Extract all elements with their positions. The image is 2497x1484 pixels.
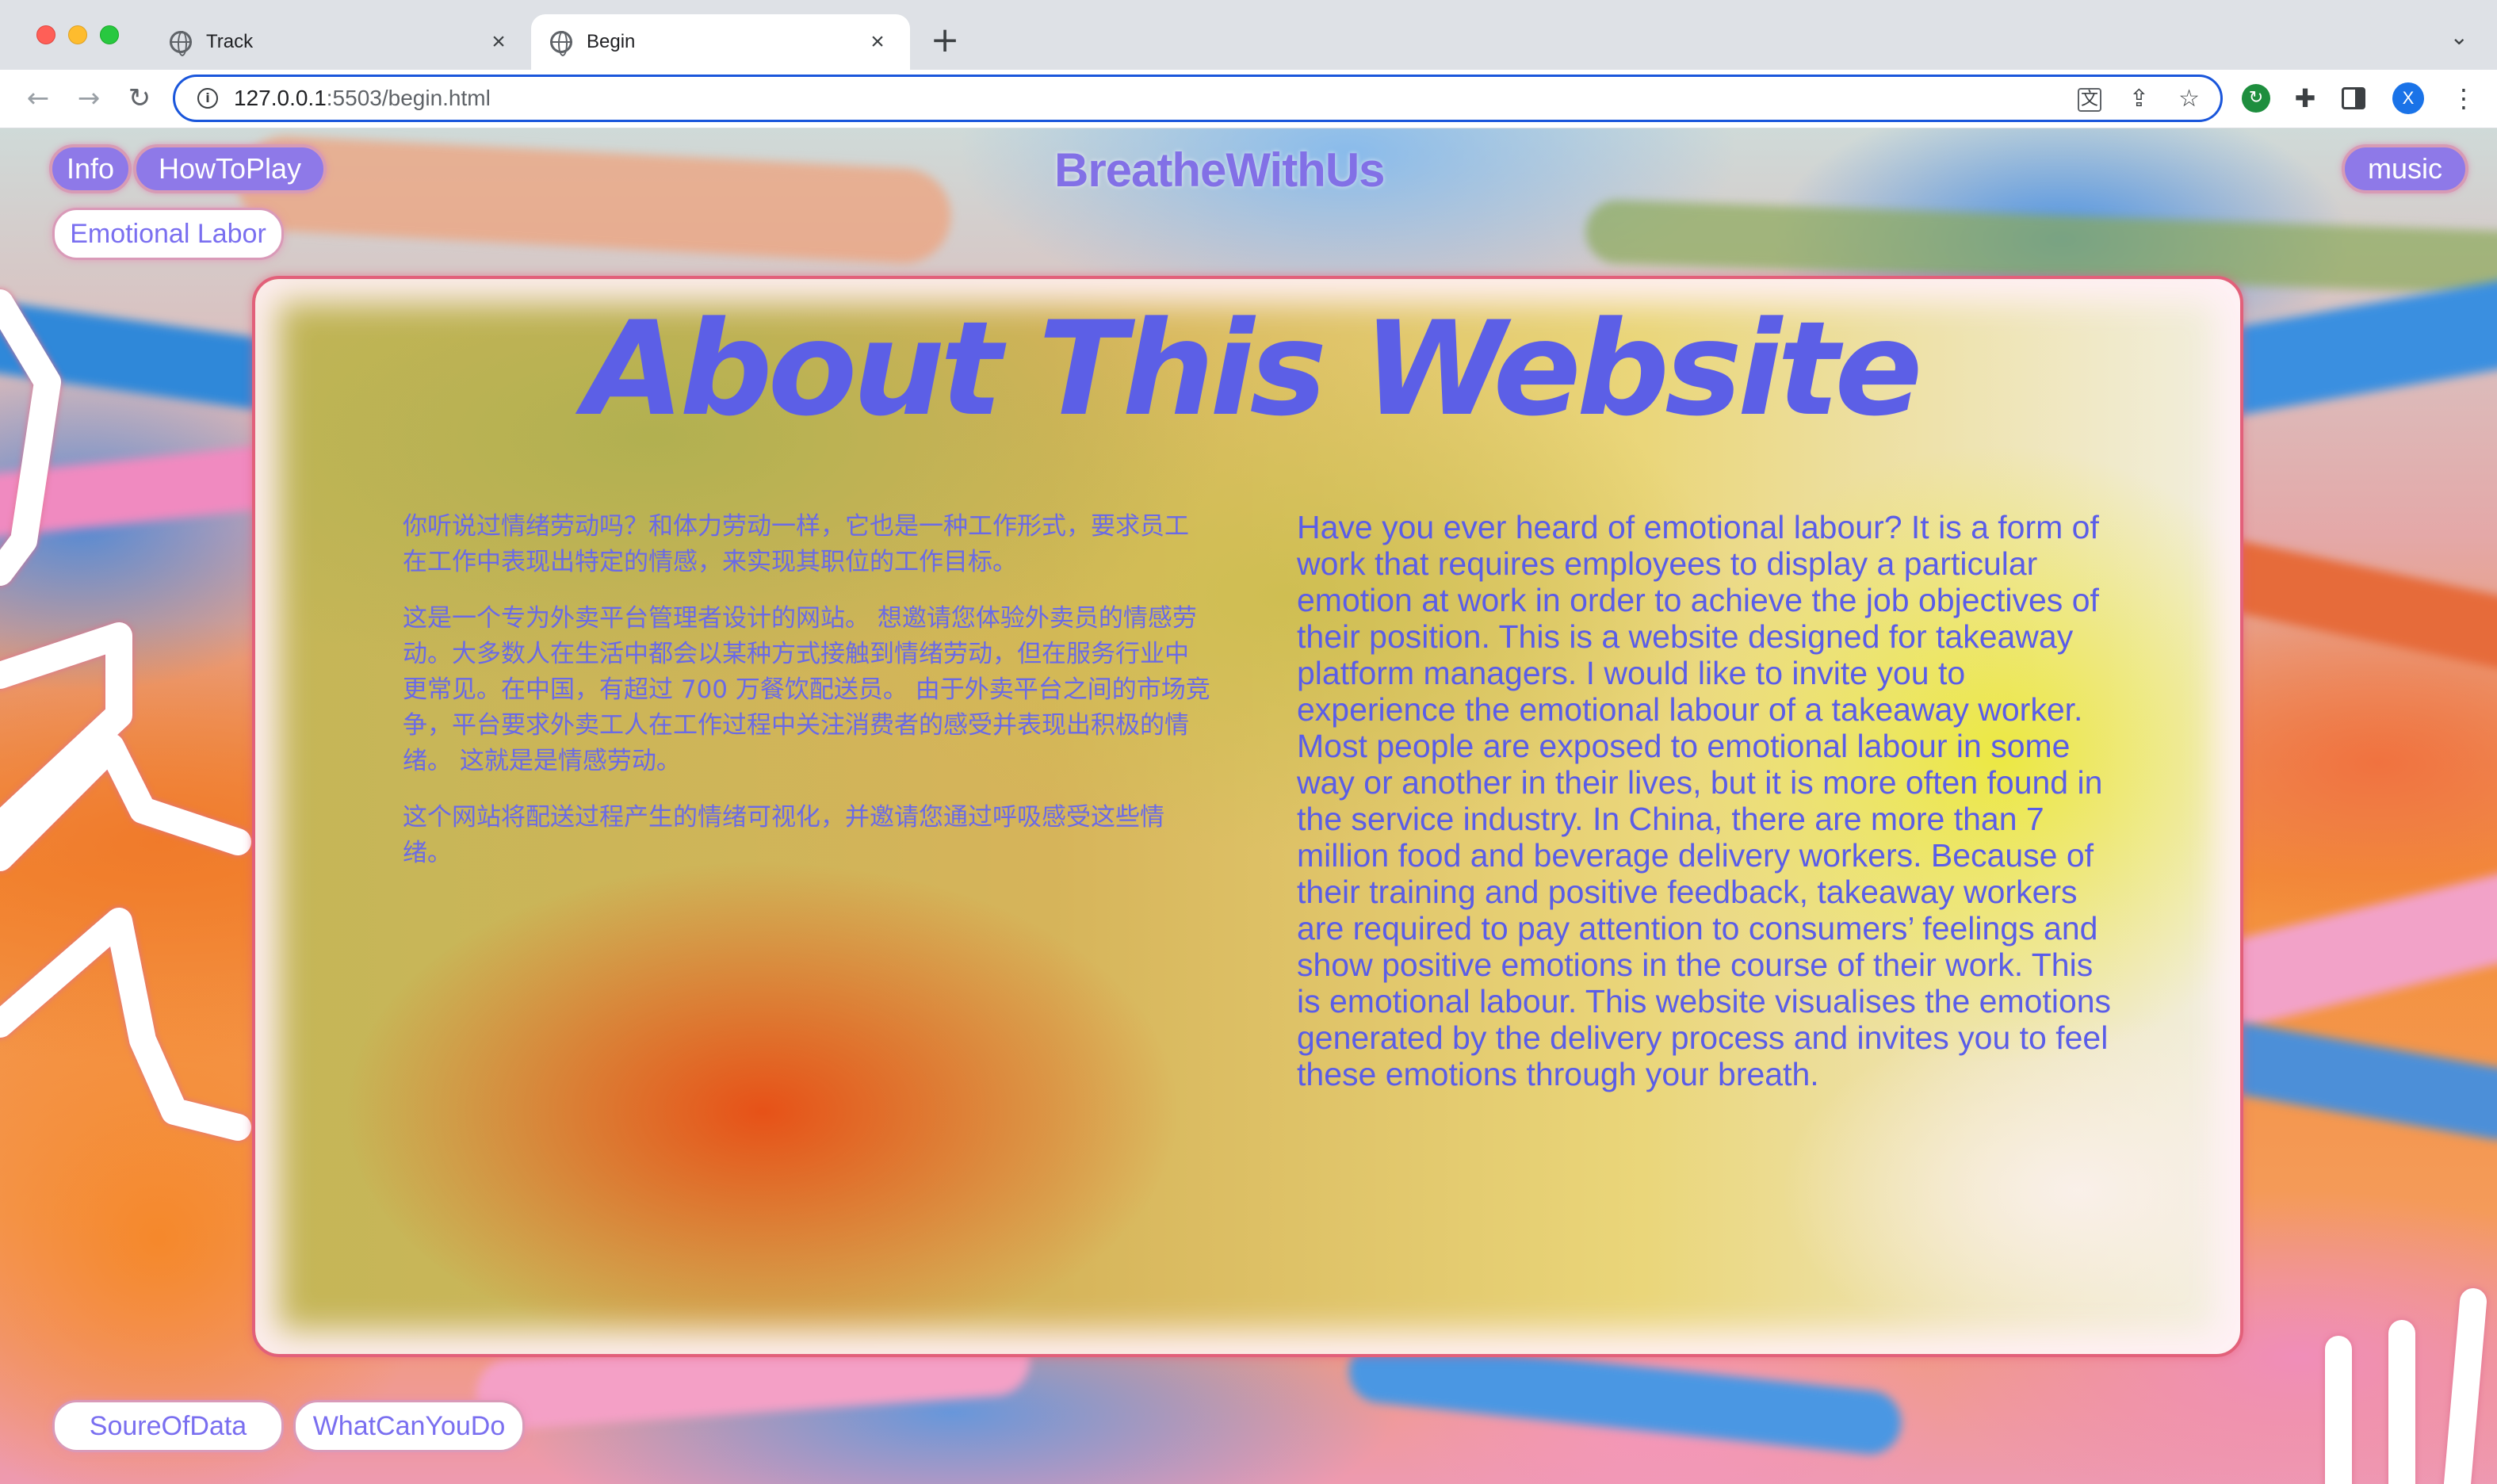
chevron-down-icon[interactable]: ⌄	[2450, 24, 2468, 50]
how-to-play-button[interactable]: HowToPlay	[133, 144, 327, 193]
browser-toolbar: ← → ↻ i 127.0.0.1:5503/begin.html 文 ⇪ ☆ …	[0, 70, 2497, 128]
music-button[interactable]: music	[2342, 144, 2468, 193]
globe-icon	[170, 31, 192, 56]
decorative-outline	[0, 289, 61, 586]
info-button[interactable]: Info	[49, 144, 132, 193]
extensions-puzzle-icon[interactable]: ✚	[2291, 84, 2319, 113]
back-button[interactable]: ←	[21, 81, 55, 116]
address-bar[interactable]: i 127.0.0.1:5503/begin.html 文 ⇪ ☆	[173, 75, 2223, 122]
chinese-paragraph: 这个网站将配送过程产生的情绪可视化，并邀请您通过呼吸感受这些情绪。	[403, 803, 1164, 867]
chinese-paragraph: 这是一个专为外卖平台管理者设计的网站。 想邀请您体验外卖员的情感劳动。大多数人在…	[403, 604, 1210, 775]
maximize-window-button[interactable]	[100, 25, 119, 44]
bookmark-star-icon[interactable]: ☆	[2178, 85, 2200, 113]
browser-chrome: Track × Begin × + ⌄ ← → ↻ i 127.0.0.1:55…	[0, 0, 2497, 128]
translate-icon[interactable]: 文	[2078, 88, 2101, 112]
close-icon[interactable]: ×	[485, 29, 512, 55]
tab-strip: Track × Begin × + ⌄	[0, 0, 2497, 70]
decorative-outline	[2444, 1288, 2487, 1484]
globe-icon	[550, 31, 572, 56]
url-path: :5503/begin.html	[326, 86, 491, 110]
source-of-data-button[interactable]: SoureOfData	[52, 1400, 284, 1452]
english-description: Have you ever heard of emotional labour?…	[1297, 509, 2112, 1092]
tab-track[interactable]: Track ×	[151, 14, 531, 70]
about-heading: About This Website	[583, 293, 1922, 445]
site-title: BreatheWithUs	[1054, 143, 1386, 197]
page-background: Info HowToPlay music Emotional Labor Bre…	[0, 128, 2497, 1484]
more-menu-icon[interactable]: ⋮	[2451, 84, 2476, 113]
about-card: About This Website 你听说过情绪劳动吗？和体力劳动一样，它也是…	[252, 276, 2243, 1357]
minimize-window-button[interactable]	[68, 25, 87, 44]
share-icon[interactable]: ⇪	[2129, 85, 2149, 113]
info-icon[interactable]: i	[197, 88, 218, 109]
chinese-paragraph: 你听说过情绪劳动吗？和体力劳动一样，它也是一种工作形式，要求员工在工作中表现出特…	[403, 512, 1189, 576]
url-host: 127.0.0.1	[234, 86, 327, 110]
close-window-button[interactable]	[36, 25, 55, 44]
close-icon[interactable]: ×	[864, 29, 891, 55]
decorative-outline	[0, 908, 251, 1141]
side-panel-icon[interactable]	[2342, 87, 2365, 109]
new-tab-button[interactable]: +	[927, 21, 962, 60]
chinese-description: 你听说过情绪劳动吗？和体力劳动一样，它也是一种工作形式，要求员工在工作中表现出特…	[403, 509, 1211, 892]
reload-button[interactable]: ↻	[122, 81, 157, 116]
url-text[interactable]: 127.0.0.1:5503/begin.html	[234, 86, 491, 111]
what-can-you-do-button[interactable]: WhatCanYouDo	[293, 1400, 525, 1452]
tab-title: Begin	[587, 31, 636, 52]
extension-sync-icon[interactable]: ↻	[2242, 84, 2270, 113]
tab-begin[interactable]: Begin ×	[531, 14, 910, 70]
emotional-labor-button[interactable]: Emotional Labor	[52, 208, 284, 260]
forward-button[interactable]: →	[71, 81, 106, 116]
tab-title: Track	[206, 31, 254, 52]
profile-avatar[interactable]: X	[2392, 82, 2424, 114]
